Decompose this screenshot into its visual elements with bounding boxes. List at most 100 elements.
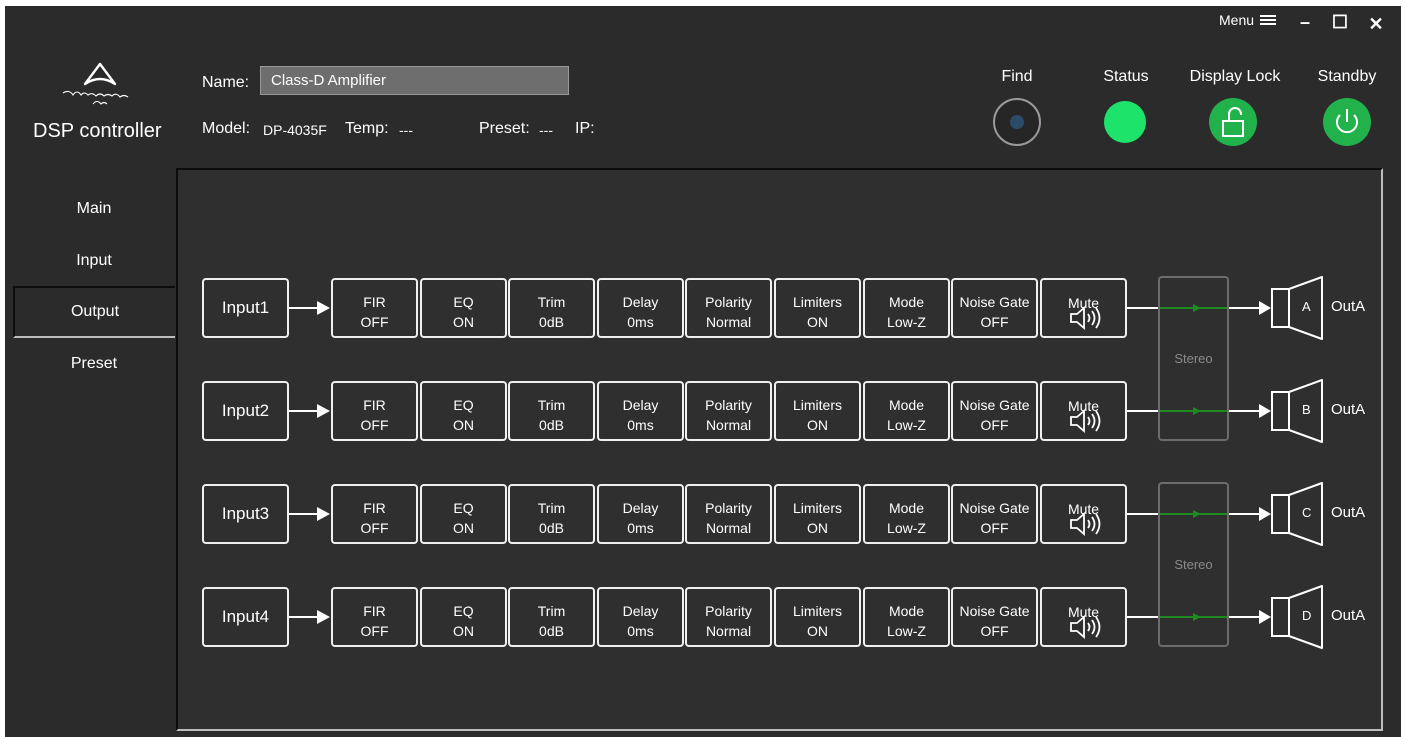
dsp-block-delay[interactable]: Delay 0ms [597,484,684,544]
maximize-button[interactable]: ☐ [1328,10,1352,34]
dsp-block-fir[interactable]: FIR OFF [331,484,418,544]
status-label: Status [1103,68,1149,85]
block-name: Trim [537,397,566,413]
block-name: Polarity [705,603,752,619]
tab-input[interactable]: Input [13,236,175,286]
block-value: Normal [705,623,752,639]
block-value: Low-Z [887,623,926,639]
preset-value: --- [539,122,553,138]
block-value: 0dB [539,417,564,433]
dsp-block-trim[interactable]: Trim 0dB [508,484,595,544]
dsp-block-mode[interactable]: Mode Low-Z [863,484,950,544]
dsp-block-polarity[interactable]: Polarity Normal [685,484,772,544]
block-value: OFF [360,623,389,639]
block-value: OFF [980,623,1009,639]
find-indicator-icon [1010,115,1024,129]
display-lock-button[interactable] [1209,98,1257,146]
output-label: OutA [1331,401,1366,418]
close-button[interactable]: ✕ [1364,12,1388,36]
block-value: ON [807,623,828,639]
stereo-link-toggle[interactable]: Stereo [1158,482,1229,647]
dsp-block-polarity[interactable]: Polarity Normal [685,381,772,441]
block-name: EQ [453,294,474,310]
dsp-block-delay[interactable]: Delay 0ms [597,587,684,647]
dsp-block-polarity[interactable]: Polarity Normal [685,278,772,338]
block-name: EQ [453,603,474,619]
dsp-block-mode[interactable]: Mode Low-Z [863,587,950,647]
tab-preset[interactable]: Preset [13,339,175,389]
speaker-output-icon[interactable] [1270,584,1326,650]
dsp-block-eq[interactable]: EQ ON [420,278,507,338]
model-value: DP-4035F [263,122,327,138]
block-name: Delay [622,397,659,413]
dsp-block-fir[interactable]: FIR OFF [331,381,418,441]
block-name: Noise Gate [959,603,1030,619]
menu-button[interactable]: Menu [1219,12,1277,28]
block-name: EQ [453,397,474,413]
input-source-box[interactable]: Input3 [202,484,289,544]
stereo-label: Stereo [1174,556,1213,572]
dsp-block-eq[interactable]: EQ ON [420,587,507,647]
block-name: Delay [622,294,659,310]
dsp-block-limiters[interactable]: Limiters ON [774,484,861,544]
stereo-link-toggle[interactable]: Stereo [1158,276,1229,441]
dsp-block-delay[interactable]: Delay 0ms [597,278,684,338]
minimize-button[interactable]: – [1293,10,1317,34]
dsp-block-trim[interactable]: Trim 0dB [508,587,595,647]
standby-button[interactable] [1323,98,1371,146]
block-value: 0ms [627,417,654,433]
display-lock-label: Display Lock [1189,68,1281,85]
block-value: 0dB [539,520,564,536]
dsp-block-eq[interactable]: EQ ON [420,484,507,544]
block-value: Low-Z [887,314,926,330]
dsp-block-trim[interactable]: Trim 0dB [508,278,595,338]
block-value: OFF [980,417,1009,433]
dsp-block-limiters[interactable]: Limiters ON [774,381,861,441]
input-source-box[interactable]: Input2 [202,381,289,441]
speaker-channel-letter: A [1302,299,1311,314]
name-label: Name: [202,74,250,91]
block-value: 0ms [627,520,654,536]
tab-main[interactable]: Main [13,184,175,234]
mute-button[interactable]: Mute [1040,381,1127,441]
speaker-volume-icon [1070,409,1101,433]
find-button[interactable] [993,98,1041,146]
block-value: OFF [360,417,389,433]
dsp-block-trim[interactable]: Trim 0dB [508,381,595,441]
speaker-output-icon[interactable] [1270,378,1326,444]
dsp-block-mode[interactable]: Mode Low-Z [863,381,950,441]
output-label: OutA [1331,504,1366,521]
block-value: ON [807,520,828,536]
device-name-input[interactable] [260,66,569,95]
block-name: FIR [363,397,386,413]
dsp-block-noise-gate[interactable]: Noise Gate OFF [951,484,1038,544]
mute-button[interactable]: Mute [1040,587,1127,647]
tab-output[interactable]: Output [13,286,175,338]
dsp-block-polarity[interactable]: Polarity Normal [685,587,772,647]
dsp-block-fir[interactable]: FIR OFF [331,278,418,338]
mute-button[interactable]: Mute [1040,278,1127,338]
dsp-block-eq[interactable]: EQ ON [420,381,507,441]
dsp-block-noise-gate[interactable]: Noise Gate OFF [951,381,1038,441]
block-value: ON [807,314,828,330]
dsp-block-delay[interactable]: Delay 0ms [597,381,684,441]
speaker-output-icon[interactable] [1270,481,1326,547]
block-name: FIR [363,500,386,516]
mute-button[interactable]: Mute [1040,484,1127,544]
block-value: ON [453,417,474,433]
block-value: ON [453,520,474,536]
block-name: Polarity [705,500,752,516]
dsp-block-limiters[interactable]: Limiters ON [774,587,861,647]
block-name: Trim [537,603,566,619]
dsp-block-noise-gate[interactable]: Noise Gate OFF [951,587,1038,647]
input-source-box[interactable]: Input4 [202,587,289,647]
speaker-output-icon[interactable] [1270,275,1326,341]
input-source-box[interactable]: Input1 [202,278,289,338]
speaker-volume-icon [1070,306,1101,330]
dsp-block-noise-gate[interactable]: Noise Gate OFF [951,278,1038,338]
block-name: Noise Gate [959,397,1030,413]
block-value: 0dB [539,314,564,330]
dsp-block-mode[interactable]: Mode Low-Z [863,278,950,338]
dsp-block-limiters[interactable]: Limiters ON [774,278,861,338]
dsp-block-fir[interactable]: FIR OFF [331,587,418,647]
